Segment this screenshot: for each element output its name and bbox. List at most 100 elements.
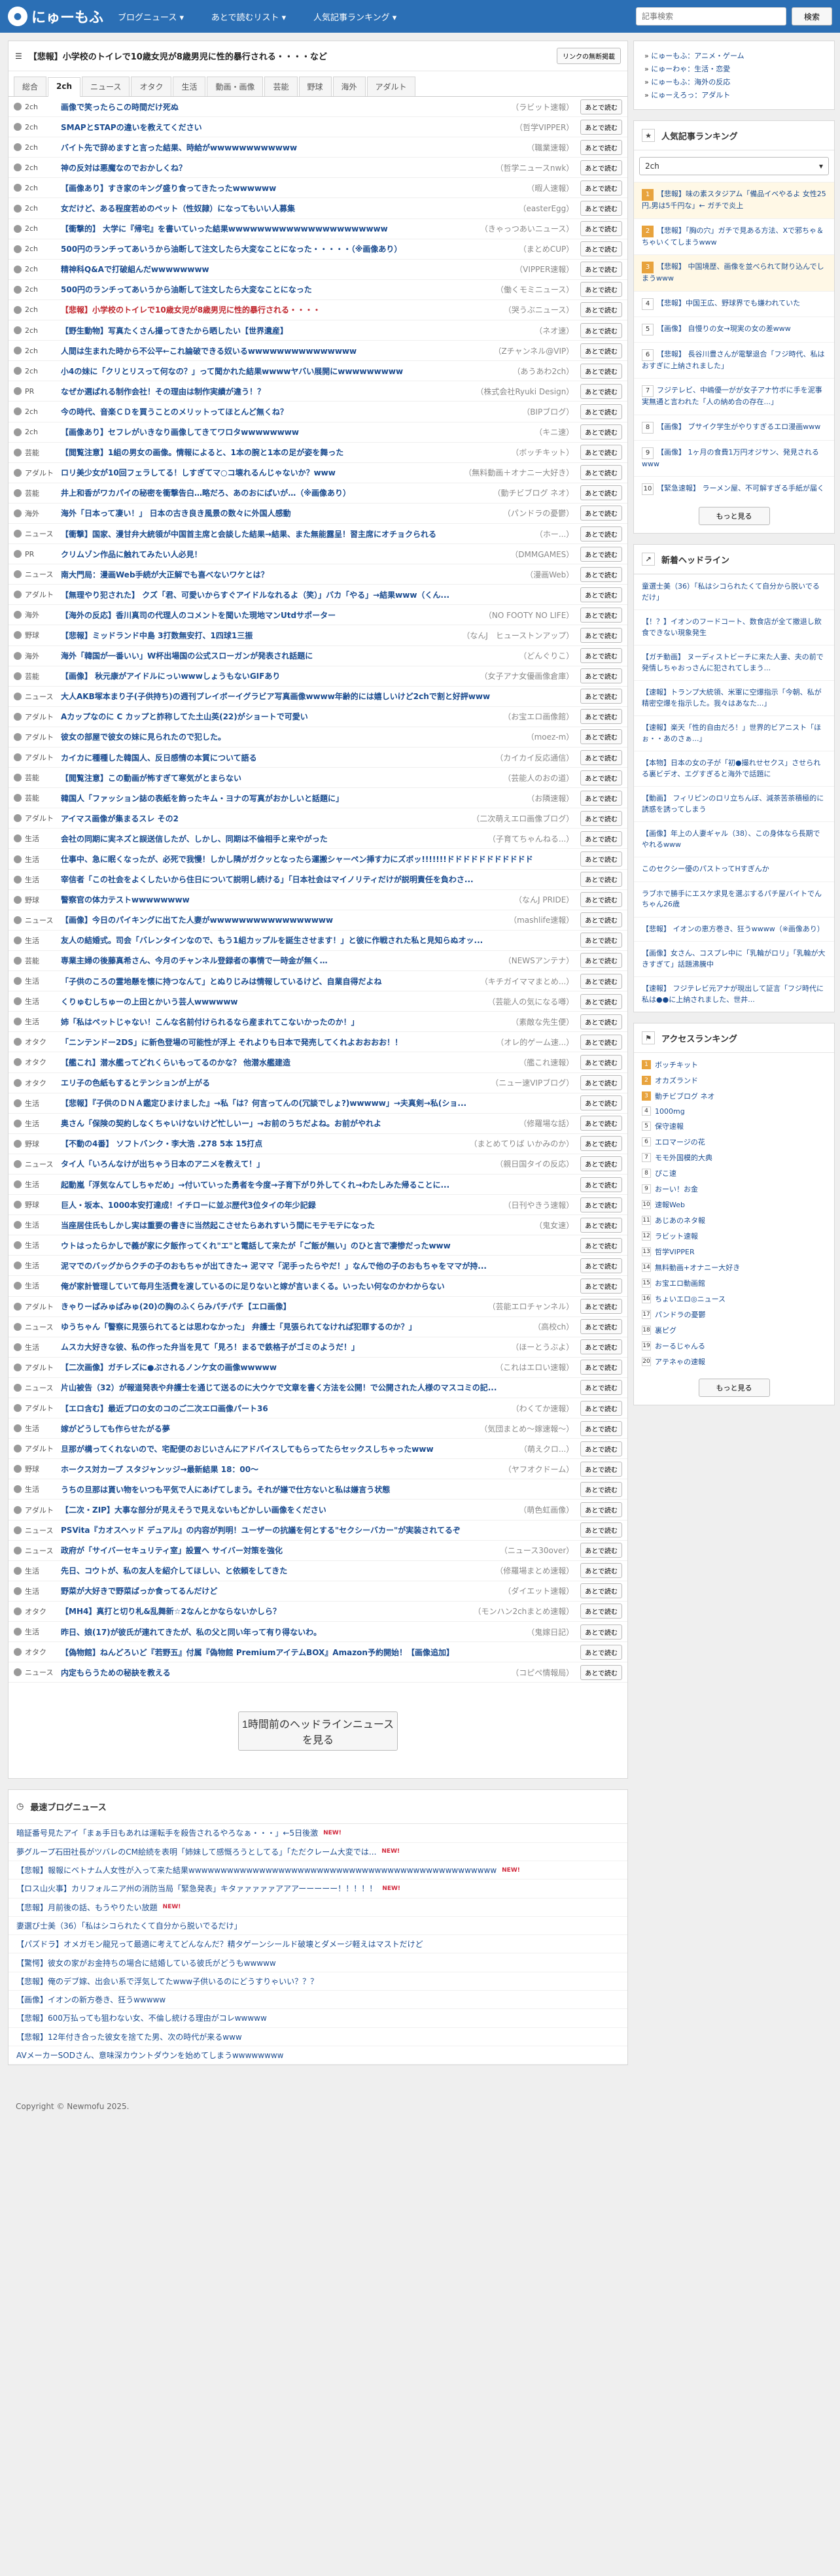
article-title-link[interactable]: くりゅむしちゅーの上田とかいう芸人wwwwww — [61, 996, 481, 1007]
article-title-link[interactable]: 泥マでのバッグからクチの子のおもちゃが出てきた→ 泥ママ「泥手ったらやだ！」なん… — [61, 1260, 574, 1271]
read-later-button[interactable]: あとで読む — [580, 912, 622, 928]
read-later-button[interactable]: あとで読む — [580, 1237, 622, 1253]
read-later-button[interactable]: あとで読む — [580, 1522, 622, 1538]
nav-blog-news[interactable]: ブログニュース ▾ — [118, 13, 184, 23]
nav-ranking[interactable]: 人気記事ランキング ▾ — [313, 13, 396, 23]
access-item[interactable]: 4 1000mg — [634, 1104, 834, 1118]
new-headline-item[interactable]: ラブホで勝手にエスケ求見を選ぶするパチ屋バイトでんちゃん26歳 — [634, 881, 834, 917]
read-later-button[interactable]: あとで読む — [580, 322, 622, 338]
popular-link[interactable]: 【画像】 自慢りの女→現実の女の差www — [657, 324, 791, 333]
popular-link[interactable]: 【画像】 1ヶ月の食費1万円オジサン、発見されるwww — [642, 448, 819, 468]
read-later-button[interactable]: あとで読む — [580, 729, 622, 745]
latest-link[interactable]: 妻選び士美（36）「私はシコられたくて自分から脱いでるだけ」 — [16, 1920, 242, 1931]
popular-link[interactable]: 【画像】 ブサイク学生がやりすぎるエロ漫画www — [657, 422, 820, 431]
access-link[interactable]: 哲学VIPPER — [655, 1246, 695, 1257]
article-title-link[interactable]: なぜか選ばれる制作会社！その理由は制作実績が違う！？ — [61, 386, 469, 397]
article-title-link[interactable]: 【衝撃的】 大学に『帰宅』を書いていった結果wwwwwwwwwwwwwwwwww… — [61, 223, 474, 234]
read-later-button[interactable]: あとで読む — [580, 831, 622, 846]
read-later-button[interactable]: あとで読む — [580, 993, 622, 1009]
new-headline-item[interactable]: 【速報】トランプ大統領、米軍に空爆指示「今朝、私が精密空爆を指示した。我々はあな… — [634, 680, 834, 715]
article-title-link[interactable]: 宰信者「この社会をよくしたいから住日について説明し続ける」「日本社会はマイノリテ… — [61, 874, 574, 885]
access-link[interactable]: 無料動画+オナニー大好き — [655, 1262, 740, 1273]
access-link[interactable]: オカズランド — [655, 1075, 698, 1086]
read-later-button[interactable]: あとで読む — [580, 668, 622, 684]
article-title-link[interactable]: 政府が「サイバーセキュリティ室」設置へ サイバー対策を強化 — [61, 1545, 493, 1556]
read-later-button[interactable]: あとで読む — [580, 221, 622, 237]
latest-link[interactable]: 【悲報】12年付き合った彼女を捨てた男、次の時代が来るwww — [16, 2031, 242, 2042]
read-later-button[interactable]: あとで読む — [580, 1441, 622, 1456]
access-item[interactable]: 2 オカズランド — [634, 1073, 834, 1088]
read-later-button[interactable]: あとで読む — [580, 1176, 622, 1192]
tab-9[interactable]: アダルト — [366, 77, 415, 96]
new-headline-item[interactable]: 【本物】日本の女の子が「初●撮れせセクス」させられる裏ビデオ、エグすぎると海外で… — [634, 751, 834, 786]
read-later-button[interactable]: あとで読む — [580, 1217, 622, 1233]
article-title-link[interactable]: 片山被告（32）が報道発表や弁護士を通じて送るのに大ウケで文章を書く方法を公開！… — [61, 1382, 574, 1393]
access-link[interactable]: 裏ピグ — [655, 1325, 676, 1335]
article-title-link[interactable]: 画像で笑ったらこの時間だけ死ぬ — [61, 101, 504, 112]
tab-3[interactable]: オタク — [131, 77, 172, 96]
access-link[interactable]: アテネゃの速報 — [655, 1356, 705, 1367]
latest-link[interactable]: 【悲報】俺のデブ嫁、出会い系で浮気してたwww子供いるのにどうすりゃいい？？？ — [16, 1976, 318, 1987]
article-title-link[interactable]: 【閲覧注意】この動画が怖すぎて寒気がとまらない — [61, 772, 497, 783]
popular-item[interactable]: 5 【画像】 自慢りの女→現実の女の差www — [634, 316, 834, 342]
article-title-link[interactable]: 【衝撃】国家、漫甘弁大統領が中国首主席と会談した結果→結果、また無能露呈！習主席… — [61, 528, 529, 540]
read-later-button[interactable]: あとで読む — [580, 607, 622, 623]
article-title-link[interactable]: 【二次画像】ガチレズに●ぶされるノンケ女の画像wwwww — [61, 1362, 489, 1373]
read-later-button[interactable]: あとで読む — [580, 241, 622, 257]
read-later-button[interactable]: あとで読む — [580, 648, 622, 664]
article-title-link[interactable]: 【エロ含む】最近プロの女のコのご二次エロ画像パート36 — [61, 1403, 505, 1414]
tab-5[interactable]: 動画・画像 — [207, 77, 264, 96]
article-title-link[interactable]: ゆうちゃん「警察に見張られてるとは思わなかった」 弁護士「見張られてなければ犯罪… — [61, 1321, 527, 1332]
article-title-link[interactable]: 【海外の反応】香川真司の代理人のコメントを聞いた現地マンUtdサポーター — [61, 610, 478, 621]
article-title-link[interactable]: 【閲覧注意】1組の男女の画像。情報によると、1本の腕と1本の足が姿を舞った — [61, 447, 504, 458]
read-later-button[interactable]: あとで読む — [580, 872, 622, 887]
site-logo[interactable]: ● にゅーもふ — [8, 6, 103, 27]
read-later-button[interactable]: あとで読む — [580, 1481, 622, 1497]
tab-7[interactable]: 野球 — [298, 77, 332, 96]
site-link[interactable]: にゅーえろっ：アダルト — [651, 91, 730, 99]
more-headlines-button[interactable]: 1時間前のヘッドラインニュースを見る — [238, 1711, 398, 1751]
popular-more-button[interactable]: もっと見る — [698, 507, 770, 525]
read-later-button[interactable]: あとで読む — [580, 506, 622, 521]
article-title-link[interactable]: 大人AKB塚本まり子(子供持ち)の週刊プレイボーイグラビア写真画像wwww年齢的… — [61, 691, 574, 702]
access-item[interactable]: 18 裏ピグ — [634, 1322, 834, 1338]
read-later-button[interactable]: あとで読む — [580, 1319, 622, 1335]
latest-link[interactable]: 【ロス山火事】カリフォルニア州の消防当局「緊急発表」キタァァァァァアアアーーーー… — [16, 1883, 377, 1894]
article-title-link[interactable]: 南大門局：漫画Web手続が大正解でも喜べないワケとは？ — [61, 569, 519, 580]
read-later-button[interactable]: あとで読む — [580, 1014, 622, 1029]
article-title-link[interactable]: アイマス画像が集まるスレ その2 — [61, 813, 465, 824]
search-input[interactable] — [636, 7, 786, 26]
read-later-button[interactable]: あとで読む — [580, 1400, 622, 1416]
site-link[interactable]: にゅーもふ：海外の反応 — [651, 78, 730, 86]
article-title-link[interactable]: うちの旦那は貰い物をいつも平気で人にあげてしまう。それが嫌で仕方ないと私は嫌言う… — [61, 1484, 574, 1495]
article-title-link[interactable]: 人間は生まれた時から不公平←これ論破できる奴いるwwwwwwwwwwwwwww — [61, 345, 487, 356]
article-title-link[interactable]: 【無理やり犯された】 クズ「君、可愛いからすぐアイドルなれるよ（笑）」バカ「やる… — [61, 589, 574, 600]
new-headline-item[interactable]: このセクシー優のパストってHすぎんか — [634, 857, 834, 882]
article-title-link[interactable]: 韓国人「ファッション誌の表紙を飾ったキム・ヨナの写真がおかしいと話題に」 — [61, 793, 520, 804]
article-title-link[interactable]: 俺が家計管理していて毎月生活費を渡しているのに足りないと嫁が言いまくる。いったい… — [61, 1280, 574, 1292]
access-item[interactable]: 9 おーい！お金 — [634, 1181, 834, 1197]
read-later-button[interactable]: あとで読む — [580, 139, 622, 155]
popular-link[interactable]: 【悲報】味の素スタジアム「備品イベやるよ 女性25円,男は5千円な」← ガチで炎… — [642, 190, 826, 210]
read-later-button[interactable]: あとで読む — [580, 1420, 622, 1436]
latest-link[interactable]: 【悲報】600万払っても狙わない女、不倫し統ける理由がコレwwwww — [16, 2012, 267, 2023]
read-later-button[interactable]: あとで読む — [580, 1604, 622, 1619]
read-later-button[interactable]: あとで読む — [580, 1360, 622, 1375]
article-title-link[interactable]: 会社の同期に実ネズと誤送信したが、しかし、同期は不倫相手と来やがった — [61, 833, 481, 844]
popular-link[interactable]: 【緊急速報】 ラーメン屋、不可解すぎる手紙が届く — [657, 484, 824, 492]
access-link[interactable]: パンドラの憂鬱 — [655, 1309, 706, 1320]
read-later-button[interactable]: あとで読む — [580, 424, 622, 440]
article-title-link[interactable]: 【二次・ZIP】大事な部分が見えそうで見えないもどかしい画像をください — [61, 1504, 512, 1515]
article-title-link[interactable]: 今の時代、音楽ＣＤを買うことのメリットってほとんど無くね？ — [61, 406, 516, 417]
read-later-button[interactable]: あとで読む — [580, 404, 622, 419]
read-later-button[interactable]: あとで読む — [580, 1156, 622, 1172]
access-link[interactable]: 速報Web — [655, 1199, 685, 1210]
latest-link[interactable]: 夢グループ石田社長がツバレのCM絵続を表明「姉妹して感慨ろうとしてる」「ただクレ… — [16, 1846, 376, 1857]
article-title-link[interactable]: 【悲報】小学校のトイレで10歳女児が8歳男児に性的暴行される・・・・ — [61, 304, 497, 315]
article-title-link[interactable]: 海外「韓国が一番いい」W杯出場国の公式スローガンが発表され話題に — [61, 650, 512, 661]
article-title-link[interactable]: 昨日、娘(17)が彼氏が連れてきたが、私の父と同い年って有り得ないわ。 — [61, 1626, 520, 1638]
access-item[interactable]: 14 無料動画+オナニー大好き — [634, 1260, 834, 1275]
new-headline-item[interactable]: 【！？】イオンのフードコート、数食店が全て撤退し飲食できない現象発生 — [634, 610, 834, 645]
read-later-button[interactable]: あとで読む — [580, 445, 622, 460]
read-later-button[interactable]: あとで読む — [580, 343, 622, 358]
